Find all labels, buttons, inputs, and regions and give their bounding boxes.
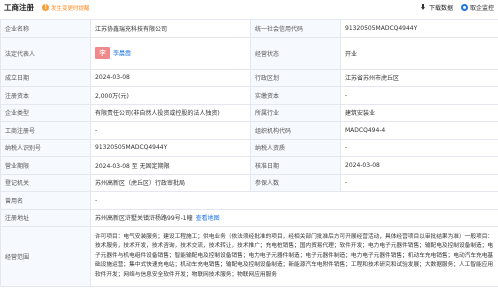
credit-code-label: 统一社会信用代码 (250, 19, 341, 38)
former-name-value: - (90, 191, 498, 210)
paid-capital-label: 实缴资本 (250, 86, 341, 105)
insured-value: - (340, 173, 498, 192)
status-value: 开业 (340, 36, 498, 70)
table-row: 成立日期 2024-03-08 行政区划 江苏省苏州市虎丘区 (0, 68, 498, 87)
company-name-label: 企业名称 (0, 19, 91, 38)
download-data-button[interactable]: 下载数据 (420, 3, 453, 12)
table-row: 注册地址 苏州高新区浒墅关镇浒杨路99号-1幢 查看地图 (0, 208, 498, 227)
taxpayer-qual-value: - (340, 138, 498, 157)
org-code-value: MADCQ494-4 (340, 121, 498, 140)
alert-icon (42, 4, 49, 11)
section-header: 工商注册 发生变更时提醒 下载数据 取企监控 (0, 0, 498, 15)
org-code-label: 组织机构代码 (250, 121, 341, 140)
legal-rep-cell: 李李晨霞 (90, 36, 251, 70)
view-map-link[interactable]: 查看地图 (196, 215, 220, 222)
company-type-value: 有限责任公司(非自然人投资或控股的法人独资) (90, 103, 251, 122)
term-value: 2024-03-08 至 无固定期限 (90, 156, 251, 175)
legal-rep-label: 法定代表人 (0, 36, 91, 70)
monitor-button[interactable]: 取企监控 (460, 3, 494, 12)
region-label: 行政区划 (250, 68, 341, 87)
table-row: 企业类型 有限责任公司(非自然人投资或控股的法人独资) 所属行业 建筑安装业 (0, 103, 498, 122)
industry-value: 建筑安装业 (340, 103, 498, 122)
paid-capital-value: - (340, 86, 498, 105)
former-name-label: 曾用名 (0, 191, 91, 210)
taxpayer-id-label: 纳税人识别号 (0, 138, 91, 157)
table-row: 登记机关 苏州高新区（虎丘区）行政审批局 参保人数 - (0, 173, 498, 192)
authority-value: 苏州高新区（虎丘区）行政审批局 (90, 173, 251, 192)
term-label: 营业期限 (0, 156, 91, 175)
table-row: 曾用名 - (0, 191, 498, 210)
reg-capital-label: 注册资本 (0, 86, 91, 105)
table-row: 纳税人识别号 91320505MADCQ4944Y 纳税人资质 - (0, 138, 498, 157)
authority-label: 登记机关 (0, 173, 91, 192)
region-value: 江苏省苏州市虎丘区 (340, 68, 498, 87)
company-name-value: 江苏协鑫瑞充科技有限公司 (90, 19, 251, 38)
legal-rep-link[interactable]: 李晨霞 (113, 51, 131, 58)
monitor-label: 取企监控 (469, 5, 494, 12)
avatar: 李 (95, 47, 110, 59)
change-alert-link[interactable]: 发生变更时提醒 (51, 4, 90, 12)
business-scope-value: 许可项目：电气安装服务；建设工程施工；供电业务（依法须经批准的项目，经相关部门批… (95, 233, 494, 278)
table-row: 营业期限 2024-03-08 至 无固定期限 核准日期 2024-03-08 (0, 156, 498, 175)
reg-capital-value: 2,000万(元) (90, 86, 251, 105)
approval-date-label: 核准日期 (250, 156, 341, 175)
table-row: 经营范围 许可项目：电气安装服务；建设工程施工；供电业务（依法须经批准的项目，经… (0, 226, 498, 287)
registration-table: 企业名称 江苏协鑫瑞充科技有限公司 统一社会信用代码 91320505MADCQ… (0, 19, 498, 287)
status-label: 经营状态 (250, 36, 341, 70)
established-label: 成立日期 (0, 68, 91, 87)
credit-code-value: 91320505MADCQ4944Y (340, 19, 498, 38)
table-row: 注册资本 2,000万(元) 实缴资本 - (0, 86, 498, 105)
industry-label: 所属行业 (250, 103, 341, 122)
company-type-label: 企业类型 (0, 103, 91, 122)
table-row: 工商注册号 - 组织机构代码 MADCQ494-4 (0, 121, 498, 140)
monitor-icon (460, 4, 468, 11)
address-label: 注册地址 (0, 208, 91, 227)
address-cell: 苏州高新区浒墅关镇浒杨路99号-1幢 查看地图 (90, 208, 498, 227)
established-value: 2024-03-08 (90, 68, 251, 87)
table-row: 法定代表人 李李晨霞 经营状态 开业 (0, 36, 498, 70)
download-label: 下载数据 (428, 5, 453, 12)
table-row: 企业名称 江苏协鑫瑞充科技有限公司 统一社会信用代码 91320505MADCQ… (0, 19, 498, 38)
taxpayer-id-value: 91320505MADCQ4944Y (90, 138, 251, 157)
reg-number-value: - (90, 121, 251, 140)
section-title: 工商注册 (4, 3, 34, 12)
taxpayer-qual-label: 纳税人资质 (250, 138, 341, 157)
download-icon (420, 4, 427, 11)
business-scope-label: 经营范围 (0, 226, 91, 287)
address-value: 苏州高新区浒墅关镇浒杨路99号-1幢 (95, 215, 193, 223)
reg-number-label: 工商注册号 (0, 121, 91, 140)
business-scope-cell: 许可项目：电气安装服务；建设工程施工；供电业务（依法须经批准的项目，经相关部门批… (90, 226, 498, 287)
approval-date-value: 2024-03-08 (340, 156, 498, 175)
insured-label: 参保人数 (250, 173, 341, 192)
